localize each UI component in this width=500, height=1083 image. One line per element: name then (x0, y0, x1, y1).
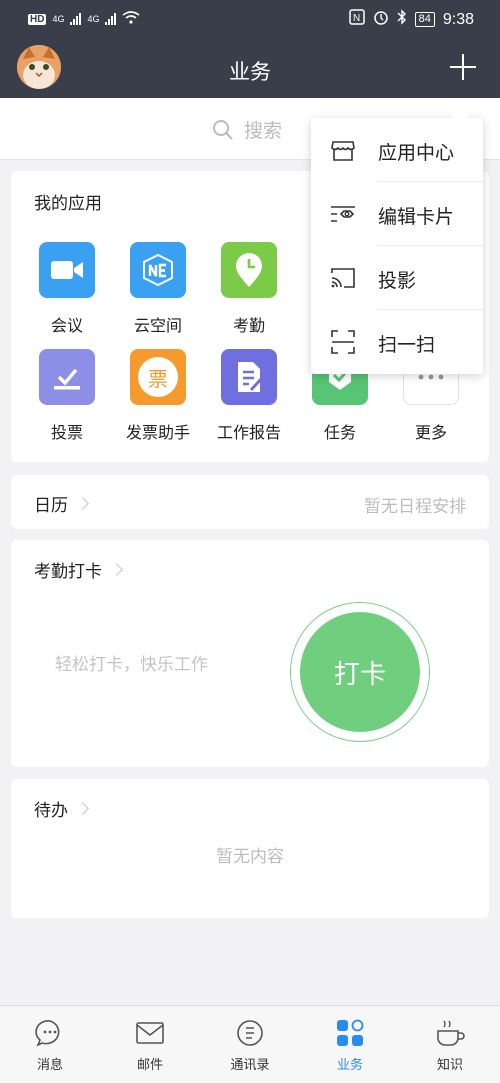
signal-icon-2 (105, 13, 117, 25)
hd-badge: HD (28, 13, 47, 25)
network-type-2: 4G (87, 14, 100, 24)
menu-item-app-center[interactable]: 应用中心 (311, 118, 483, 182)
app-label: 任务 (323, 423, 356, 442)
todo-title-text: 待办 (34, 801, 68, 821)
apps-grid-icon (337, 1019, 364, 1046)
menu-item-cast[interactable]: 投影 (311, 246, 483, 310)
app-vote[interactable]: 投票 (22, 349, 112, 443)
chevron-right-icon (110, 563, 123, 576)
app-label: 云空间 (133, 316, 182, 335)
page-title: 业务 (229, 60, 271, 84)
calendar-title: 日历 (34, 491, 89, 516)
calendar-empty-text: 暂无日程安排 (364, 497, 466, 517)
top-bar: HD 4G 4G N 84 9:38 业务 (0, 0, 500, 98)
alarm-icon (373, 9, 389, 30)
app-label: 会议 (50, 316, 83, 335)
add-menu-popup: 应用中心 编辑卡片 投影 扫一扫 (311, 109, 483, 374)
network-type-1: 4G (52, 14, 65, 24)
menu-item-label: 应用中心 (378, 142, 455, 164)
wifi-icon (122, 11, 140, 27)
menu-item-edit-card[interactable]: 编辑卡片 (311, 182, 483, 246)
clock-in-button[interactable]: 打卡 (300, 612, 420, 732)
nav-item-contacts[interactable]: 通讯录 (200, 1006, 300, 1083)
invoice-glyph: 票 (148, 366, 168, 391)
chat-bubble-icon (35, 1020, 60, 1047)
store-icon (331, 141, 355, 161)
app-invoice[interactable]: 票 发票助手 (113, 349, 203, 443)
search-placeholder: 搜索 (244, 120, 283, 142)
menu-item-label: 投影 (378, 270, 417, 292)
cloud-space-icon (130, 242, 186, 298)
edit-card-icon (331, 206, 355, 222)
nfc-icon: N (348, 9, 365, 30)
attendance-card: 考勤打卡 轻松打卡，快乐工作 打卡 (11, 540, 489, 767)
invoice-icon: 票 (130, 349, 186, 405)
bottom-nav: 消息 邮件 通讯录 业务 知识 (0, 1005, 500, 1083)
nav-label: 通讯录 (230, 1058, 270, 1073)
chevron-right-icon (76, 497, 89, 510)
nav-item-messages[interactable]: 消息 (0, 1006, 100, 1083)
chevron-right-icon (76, 802, 89, 815)
coffee-cup-icon (437, 1020, 465, 1046)
nav-label: 消息 (36, 1058, 63, 1073)
app-label: 工作报告 (216, 423, 281, 442)
signal-icon (70, 13, 82, 25)
todo-title[interactable]: 待办 (34, 796, 89, 821)
add-button[interactable] (448, 52, 478, 82)
nav-item-knowledge[interactable]: 知识 (400, 1006, 500, 1083)
mail-icon (136, 1022, 164, 1044)
bluetooth-icon (397, 9, 407, 30)
todo-empty-text: 暂无内容 (216, 847, 284, 867)
app-attendance[interactable]: 考勤 (204, 242, 294, 336)
clock-pin-icon (221, 242, 277, 298)
nav-item-business[interactable]: 业务 (300, 1006, 400, 1083)
menu-item-label: 编辑卡片 (378, 206, 455, 228)
nav-label: 业务 (336, 1058, 363, 1073)
app-label: 发票助手 (125, 423, 190, 442)
clock-time: 9:38 (442, 10, 474, 28)
svg-text:N: N (353, 13, 360, 24)
nav-label: 知识 (436, 1058, 463, 1073)
calendar-title-text: 日历 (34, 496, 68, 516)
nav-label: 邮件 (136, 1058, 163, 1073)
battery-level: 84 (414, 12, 435, 27)
todo-card: 待办 暂无内容 (11, 779, 489, 918)
attendance-title-text: 考勤打卡 (34, 562, 102, 582)
my-apps-title: 我的应用 (34, 194, 102, 214)
contacts-icon (237, 1020, 263, 1046)
status-bar: HD 4G 4G N 84 9:38 (0, 0, 500, 38)
app-work-report[interactable]: 工作报告 (204, 349, 294, 443)
video-camera-icon (39, 242, 95, 298)
menu-item-label: 扫一扫 (378, 334, 436, 356)
attendance-slogan: 轻松打卡，快乐工作 (55, 655, 208, 675)
nav-item-mail[interactable]: 邮件 (100, 1006, 200, 1083)
cast-icon (331, 268, 355, 288)
vote-icon (39, 349, 95, 405)
menu-item-scan[interactable]: 扫一扫 (311, 310, 483, 374)
attendance-title[interactable]: 考勤打卡 (34, 557, 123, 582)
app-cloud-space[interactable]: 云空间 (113, 242, 203, 336)
app-label: 考勤 (232, 316, 265, 335)
app-label: 投票 (50, 423, 83, 442)
app-meeting[interactable]: 会议 (22, 242, 112, 336)
search-icon (213, 119, 233, 140)
scan-icon (331, 330, 355, 354)
report-icon (221, 349, 277, 405)
calendar-card[interactable]: 日历 暂无日程安排 (11, 475, 489, 529)
app-label: 更多 (414, 423, 447, 442)
